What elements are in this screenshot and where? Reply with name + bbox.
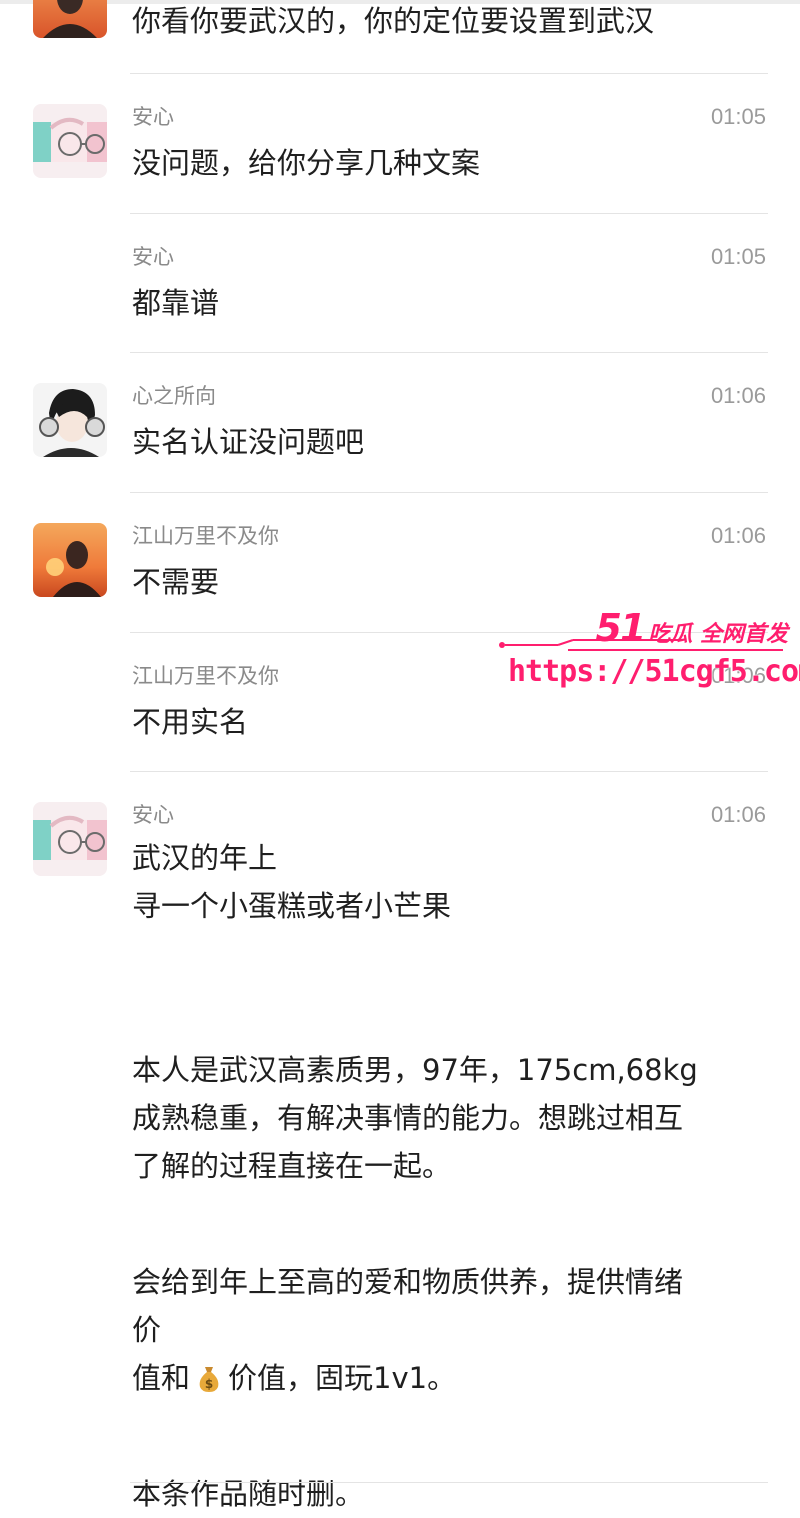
avatar[interactable]: [33, 383, 107, 457]
message-time: 01:05: [710, 104, 766, 129]
message-time: 01:06: [710, 523, 766, 548]
divider: [130, 492, 768, 493]
sender-name: 心之所向: [132, 384, 216, 408]
message-line: [132, 1190, 772, 1238]
watermark-circuit-line: [499, 639, 783, 651]
divider: [130, 213, 768, 214]
divider: [130, 1482, 768, 1483]
divider: [130, 771, 768, 772]
money-bag-icon: $: [194, 1359, 224, 1392]
sender-name: 江山万里不及你: [132, 664, 279, 688]
message-line: 价: [132, 1313, 162, 1347]
message-fragment: 价值，固玩1v1。: [228, 1361, 457, 1395]
avatar[interactable]: [33, 0, 107, 38]
sender-name: 安心: [132, 803, 174, 827]
sender-name: 安心: [132, 105, 174, 129]
message-text: 都靠谱: [132, 286, 220, 320]
divider: [130, 73, 768, 74]
message-line: 本条作品随时删。: [132, 1477, 365, 1511]
message-line: [132, 1402, 772, 1450]
glasses-girl-avatar: [33, 104, 107, 178]
message-line: 成熟稳重，有解决事情的能力。想跳过相互: [132, 1101, 684, 1135]
message-text: 不用实名: [132, 705, 249, 739]
glasses-girl-avatar: [33, 802, 107, 876]
anime-headphones-avatar: [33, 383, 107, 457]
sender-name: 江山万里不及你: [132, 524, 279, 548]
message-time: 01:05: [710, 244, 766, 269]
svg-text:$: $: [205, 1377, 213, 1391]
sunset-portrait-avatar: [33, 523, 107, 597]
message-line: 本人是武汉高素质男，97年，175cm,68kg: [132, 1053, 698, 1087]
message-line: 会给到年上至高的爱和物质供养，提供情绪: [132, 1265, 684, 1299]
message-text: 你看你要武汉的，你的定位要设置到武汉: [132, 4, 655, 38]
message-line: 值和 $ 价值，固玩1v1。: [132, 1354, 772, 1402]
message-line: [132, 978, 772, 1026]
sender-name: 安心: [132, 245, 174, 269]
message-line: [132, 930, 772, 978]
message-time: 01:06: [710, 383, 766, 408]
message-text: 武汉的年上 寻一个小蛋糕或者小芒果 本人是武汉高素质男，97年，175cm,68…: [132, 834, 772, 1518]
avatar[interactable]: [33, 802, 107, 876]
message-line: 武汉的年上: [132, 841, 278, 875]
message-line: 了解的过程直接在一起。: [132, 1149, 452, 1183]
sunset-portrait-avatar: [33, 0, 107, 38]
message-text: 没问题，给你分享几种文案: [132, 146, 481, 180]
avatar[interactable]: [33, 523, 107, 597]
message-line: 寻一个小蛋糕或者小芒果: [132, 889, 452, 923]
message-text: 实名认证没问题吧: [132, 425, 365, 459]
message-fragment: 值和: [132, 1361, 191, 1395]
avatar[interactable]: [33, 104, 107, 178]
message-text: 不需要: [132, 565, 220, 599]
watermark-url: https://51cgf5.com: [508, 654, 800, 689]
message-time: 01:06: [710, 802, 766, 827]
watermark: 51 吃瓜 全网首发 https://51cgf5.com: [498, 606, 800, 696]
divider: [130, 352, 768, 353]
